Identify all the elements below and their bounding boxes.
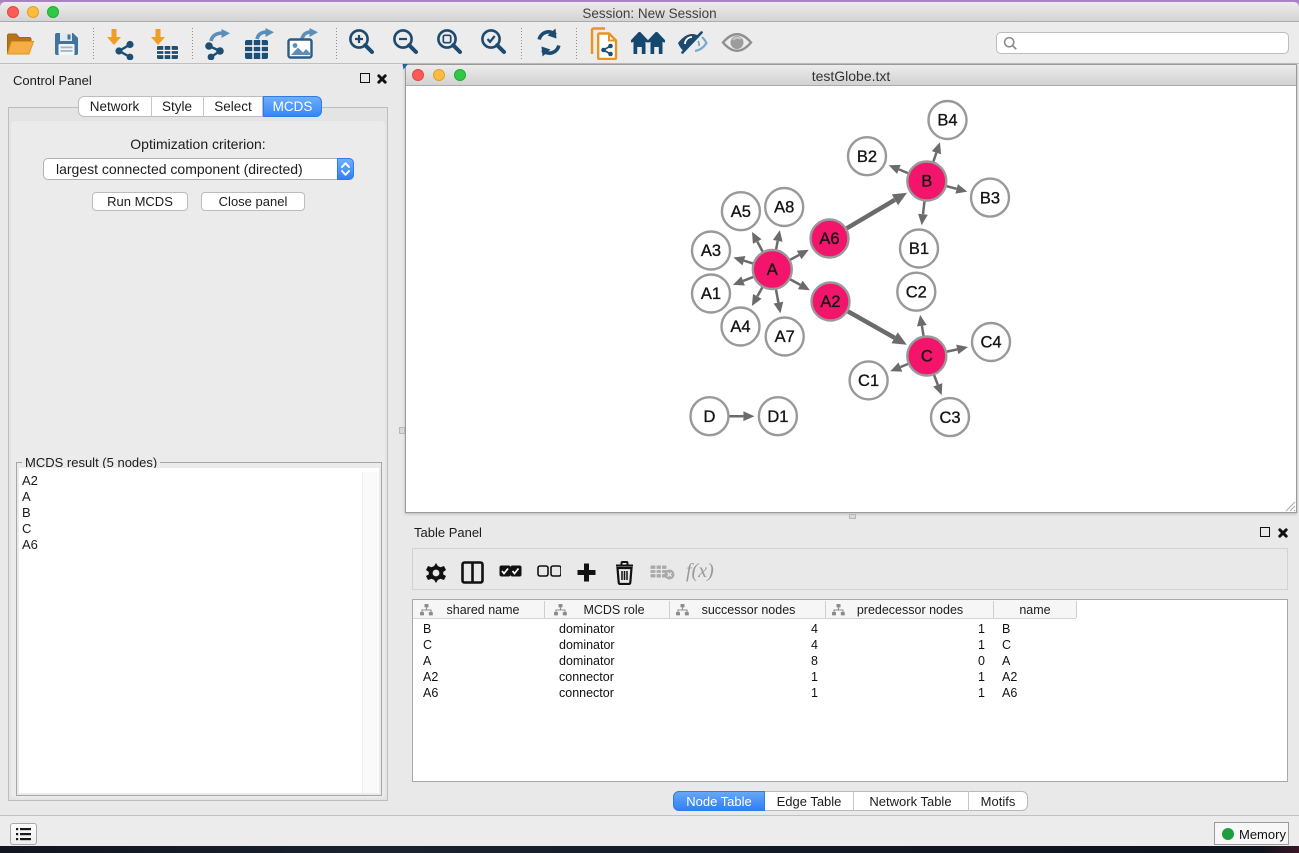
svg-text:A7: A7 [775,328,795,346]
svg-text:A4: A4 [730,318,750,336]
svg-text:C3: C3 [939,409,960,427]
svg-text:D1: D1 [767,408,788,426]
svg-text:C2: C2 [906,283,927,301]
svg-text:B3: B3 [980,189,1000,207]
svg-text:A8: A8 [774,199,794,217]
svg-text:A2: A2 [820,293,840,311]
svg-text:A5: A5 [731,203,751,221]
svg-text:C4: C4 [980,334,1001,352]
svg-text:D: D [704,408,716,426]
svg-text:A3: A3 [701,242,721,260]
svg-text:A1: A1 [701,285,721,303]
svg-text:A6: A6 [819,230,839,248]
svg-text:B1: B1 [909,240,929,258]
svg-text:B4: B4 [937,112,957,130]
svg-text:C: C [921,348,933,366]
svg-text:B2: B2 [857,148,877,166]
svg-text:B: B [921,173,932,191]
svg-text:C1: C1 [858,372,879,390]
svg-text:A: A [767,261,778,279]
